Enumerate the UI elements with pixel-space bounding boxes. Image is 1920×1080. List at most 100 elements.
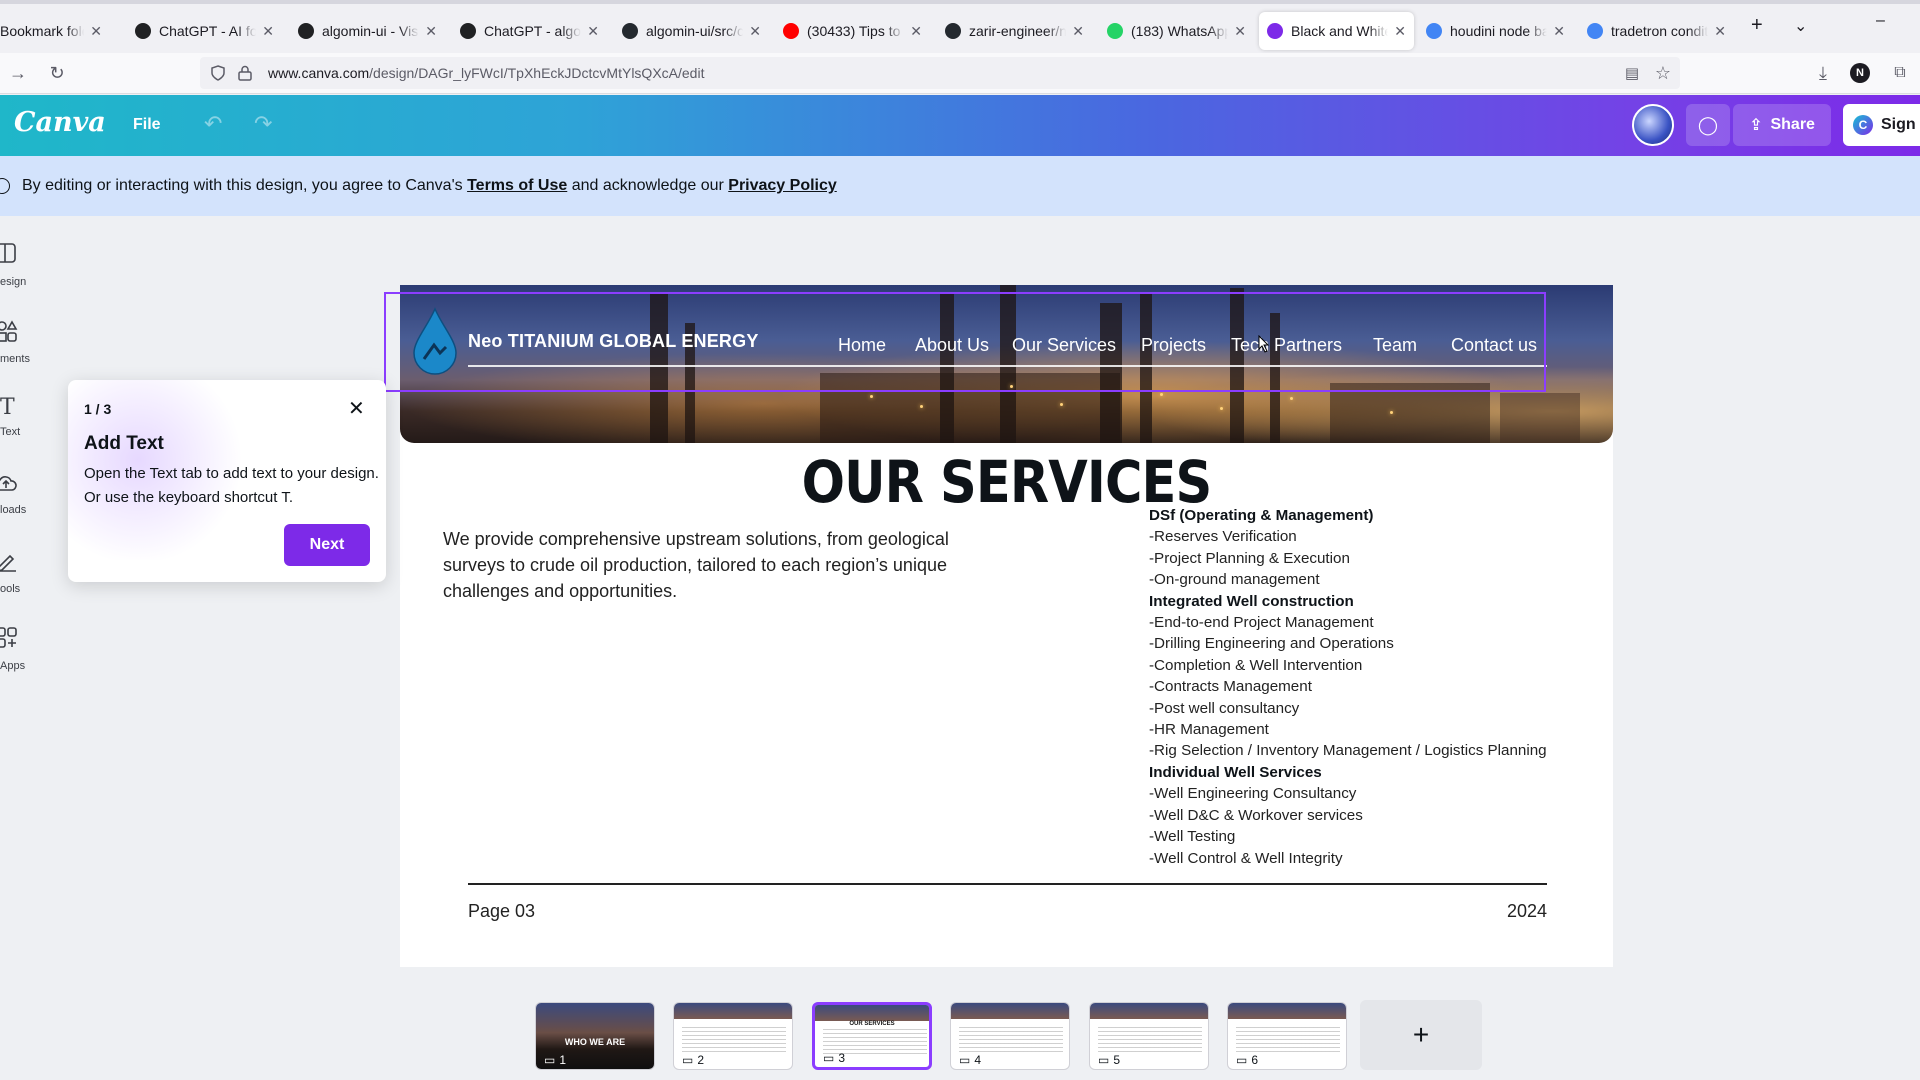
rail-text[interactable]: T Text bbox=[0, 396, 60, 439]
rail-apps[interactable]: Apps bbox=[0, 627, 60, 672]
undo-icon[interactable]: ↶ bbox=[204, 111, 222, 137]
browser-tab[interactable]: algomin-ui/src/c ✕ bbox=[614, 12, 769, 50]
reload-icon[interactable]: ↻ bbox=[45, 61, 69, 85]
service-item: -Drilling Engineering and Operations bbox=[1149, 635, 1394, 653]
menu-contact-us[interactable]: Contact us bbox=[1451, 335, 1537, 356]
list-all-tabs-icon[interactable]: ⌄ bbox=[1794, 16, 1807, 36]
browser-tab[interactable]: tradetron condit ✕ bbox=[1579, 12, 1734, 50]
comment-icon: ▭ bbox=[682, 1053, 694, 1067]
service-item: -Contracts Management bbox=[1149, 678, 1312, 696]
terms-of-use-link[interactable]: Terms of Use bbox=[467, 177, 567, 194]
close-tab-icon[interactable]: ✕ bbox=[910, 23, 922, 40]
page-number-badge: ▭ 2 bbox=[682, 1053, 704, 1067]
menu-home[interactable]: Home bbox=[838, 335, 886, 356]
comment-icon: ▭ bbox=[959, 1053, 971, 1067]
menu-projects[interactable]: Projects bbox=[1141, 335, 1206, 356]
page-thumbnail[interactable]: ▭ 4 bbox=[950, 1002, 1070, 1070]
thumbnail-hero bbox=[815, 1005, 929, 1021]
browser-tab[interactable]: Black and White ✕ bbox=[1259, 12, 1414, 50]
reader-view-icon[interactable]: ▤ bbox=[1620, 61, 1644, 85]
close-tab-icon[interactable]: ✕ bbox=[425, 23, 437, 40]
rail-elements[interactable]: ments bbox=[0, 320, 60, 365]
tip-next-button[interactable]: Next bbox=[284, 524, 370, 566]
browser-tab[interactable]: Bookmark folder ✕ bbox=[0, 12, 110, 50]
rail-design[interactable]: esign bbox=[0, 243, 60, 288]
service-item: -Completion & Well Intervention bbox=[1149, 656, 1363, 674]
user-avatar[interactable] bbox=[1632, 104, 1674, 146]
sign-in-button[interactable]: C Sign bbox=[1843, 104, 1920, 146]
pen-icon bbox=[0, 554, 16, 572]
share-button[interactable]: ⇪ Share bbox=[1733, 104, 1831, 146]
tab-favicon-icon bbox=[460, 23, 476, 39]
forward-icon[interactable]: → bbox=[6, 61, 30, 85]
year-text[interactable]: 2024 bbox=[1507, 901, 1547, 922]
thumbnail-hero bbox=[674, 1003, 792, 1019]
rail-uploads[interactable]: loads bbox=[0, 473, 60, 516]
browser-tab[interactable]: (183) WhatsApp ✕ bbox=[1099, 12, 1254, 50]
page-thumbnail[interactable]: OUR SERVICES ▭ 3 bbox=[812, 1002, 932, 1070]
close-tab-icon[interactable]: ✕ bbox=[262, 23, 274, 40]
tab-favicon-icon bbox=[1267, 23, 1283, 39]
close-tab-icon[interactable]: ✕ bbox=[1553, 23, 1565, 40]
close-icon[interactable]: ✕ bbox=[348, 396, 365, 421]
address-bar[interactable]: www.canva.com/design/DAGr_lyFWcI/TpXhEck… bbox=[200, 57, 1680, 89]
layout-icon bbox=[0, 243, 16, 263]
thumbnail-hero bbox=[1090, 1003, 1208, 1019]
close-tab-icon[interactable]: ✕ bbox=[749, 23, 761, 40]
tab-title: (183) WhatsApp bbox=[1131, 23, 1229, 39]
browser-tab[interactable]: ChatGPT - AI for ✕ bbox=[127, 12, 282, 50]
rail-text-label: Text bbox=[0, 426, 21, 438]
privacy-policy-link[interactable]: Privacy Policy bbox=[728, 177, 837, 194]
menu-team[interactable]: Team bbox=[1373, 335, 1417, 356]
lock-icon[interactable] bbox=[238, 65, 252, 81]
tab-title: algomin-ui - Visu bbox=[322, 23, 420, 39]
profile-avatar[interactable]: N bbox=[1850, 63, 1870, 83]
hero-refinery-image[interactable]: Neo TITANIUM GLOBAL ENERGY Home About Us… bbox=[400, 285, 1613, 443]
tracking-protection-shield-icon[interactable] bbox=[210, 65, 226, 81]
rail-tools[interactable]: ools bbox=[0, 550, 60, 595]
tab-favicon-icon bbox=[135, 23, 151, 39]
apps-icon bbox=[0, 627, 17, 648]
design-page[interactable]: Neo TITANIUM GLOBAL ENERGY Home About Us… bbox=[400, 285, 1613, 967]
close-tab-icon[interactable]: ✕ bbox=[587, 23, 599, 40]
close-tab-icon[interactable]: ✕ bbox=[1394, 23, 1406, 40]
add-page-button[interactable]: + bbox=[1360, 1000, 1482, 1070]
tab-favicon-icon bbox=[622, 23, 638, 39]
extensions-icon[interactable]: ⧉ bbox=[1888, 61, 1912, 85]
terms-notice-banner: By editing or interacting with this desi… bbox=[0, 156, 1920, 216]
page-thumbnail[interactable]: WHO WE ARE ▭ 1 bbox=[535, 1002, 655, 1070]
redo-icon[interactable]: ↷ bbox=[254, 111, 272, 137]
page-thumbnail[interactable]: ▭ 2 bbox=[673, 1002, 793, 1070]
close-tab-icon[interactable]: ✕ bbox=[90, 23, 102, 40]
browser-tab[interactable]: zarir-engineer/n ✕ bbox=[937, 12, 1092, 50]
page-number: 3 bbox=[838, 1051, 846, 1065]
page-number-text[interactable]: Page 03 bbox=[468, 901, 535, 922]
menu-our-services[interactable]: Our Services bbox=[1012, 335, 1116, 356]
browser-tab[interactable]: houdini node ba ✕ bbox=[1418, 12, 1573, 50]
canva-logo[interactable]: Canva bbox=[14, 107, 106, 138]
page-number-badge: ▭ 4 bbox=[959, 1053, 981, 1067]
browser-tab[interactable]: ChatGPT - algom ✕ bbox=[452, 12, 607, 50]
page-number-badge: ▭ 6 bbox=[1236, 1053, 1258, 1067]
browser-tab[interactable]: (30433) Tips to u ✕ bbox=[775, 12, 930, 50]
menu-about-us[interactable]: About Us bbox=[915, 335, 989, 356]
comments-button[interactable]: ◯ bbox=[1686, 104, 1730, 146]
services-intro-text[interactable]: We provide comprehensive upstream soluti… bbox=[443, 526, 963, 604]
thumbnail-title: WHO WE ARE bbox=[564, 1037, 626, 1047]
service-item: -Post well consultancy bbox=[1149, 699, 1300, 717]
new-tab-button[interactable]: + bbox=[1751, 14, 1763, 37]
tab-title: Bookmark folder bbox=[0, 23, 84, 39]
thumbnail-text-lines bbox=[959, 1027, 1063, 1055]
minimize-window-button[interactable]: – bbox=[1876, 12, 1885, 30]
menu-tech-partners[interactable]: Tech Partners bbox=[1231, 335, 1342, 356]
downloads-icon[interactable]: ⤓ bbox=[1811, 61, 1835, 85]
close-tab-icon[interactable]: ✕ bbox=[1714, 23, 1726, 40]
file-menu[interactable]: File bbox=[133, 116, 161, 134]
page-thumbnail[interactable]: ▭ 5 bbox=[1089, 1002, 1209, 1070]
services-list[interactable]: DSf (Operating & Management) -Reserves V… bbox=[1149, 505, 1547, 869]
close-tab-icon[interactable]: ✕ bbox=[1234, 23, 1246, 40]
bookmark-star-icon[interactable]: ☆ bbox=[1651, 61, 1675, 85]
browser-tab[interactable]: algomin-ui - Visu ✕ bbox=[290, 12, 445, 50]
page-thumbnail[interactable]: ▭ 6 bbox=[1227, 1002, 1347, 1070]
close-tab-icon[interactable]: ✕ bbox=[1072, 23, 1084, 40]
